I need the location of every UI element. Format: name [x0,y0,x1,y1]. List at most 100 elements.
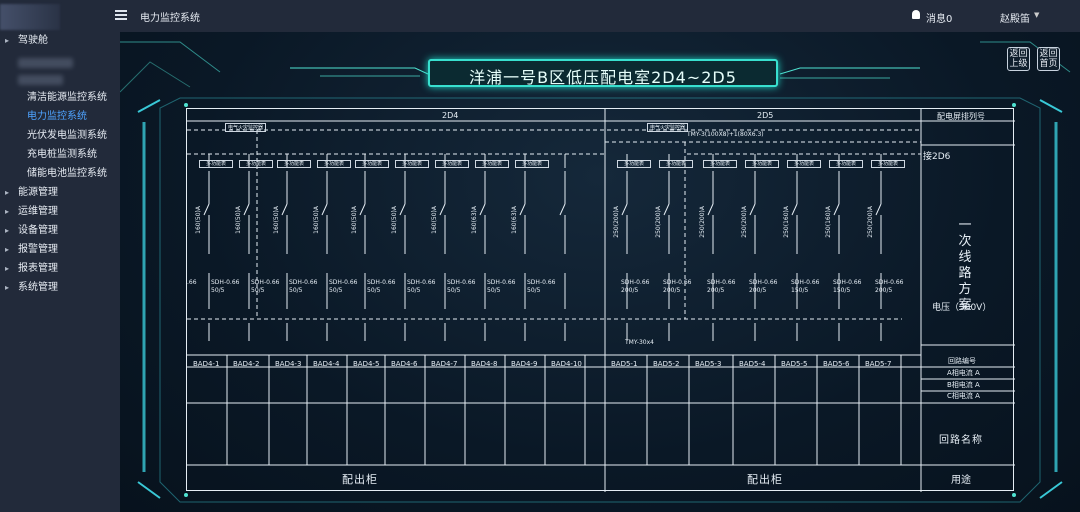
ct-ratio: 200/5 [749,287,767,294]
ct-model: SDH-0.66 [251,279,280,286]
panel-header-2d4: 2D4 [442,111,459,120]
sidebar-item[interactable]: 储能电池监控系统 [0,165,120,183]
diagram-line [281,203,288,216]
sidebar-item-label: 系统管理 [18,282,58,293]
chevron-down-icon[interactable]: ▼ [1034,11,1039,19]
diagram-line [243,203,250,216]
single-line-diagram: 2D4 2D5 配电屏排列号 电气火灾监控器 电气火灾监控器 TMY-3(100… [186,108,1015,492]
multifunction-meter: 多功能表 [703,160,737,168]
circuit-number: BAD5-7 [865,360,892,368]
current-transformer: SDH-0.66 200/5 [707,279,735,295]
circuit-number: BAD5-3 [695,360,722,368]
menu-toggle-icon[interactable] [115,10,127,20]
sidebar-item[interactable]: ▸ 能源管理 [0,184,120,202]
sidebar-item[interactable]: ▸ 设备管理 [0,222,120,240]
messages-link[interactable]: 消息0 [926,10,952,25]
sidebar-item-label: 清洁能源监控系统 [27,92,107,103]
diagram-line [479,203,486,216]
multifunction-meter: 多功能表 [435,160,469,168]
tmy-bus-label: TMY-30x4 [625,339,654,346]
circuit-number: BAD4-7 [431,360,458,368]
current-transformer: SDH-0.66 50/5 [407,279,435,295]
diagram-line [621,203,628,216]
breaker-rating: 250(200)A [741,206,748,238]
blurred-item [18,58,73,68]
sidebar-item-label: 报表管理 [18,263,58,274]
chevron-right-icon: ▸ [5,264,10,273]
circuit-number: BAD5-5 [781,360,808,368]
current-transformer: SDH-0.66 200/5 [875,279,903,295]
panel-sequence-header: 配电屏排列号 [937,112,985,121]
ct-ratio: 50/5 [447,287,461,294]
multifunction-meter: 多功能表 [475,160,509,168]
breaker-rating: 160(50)A [351,206,358,234]
breaker-rating: 250(160)A [783,206,790,238]
circuit-number: BAD4-10 [551,360,582,368]
circuit-number: BAD4-6 [391,360,418,368]
sidebar-item-label: 运维管理 [18,206,58,217]
main-panel: 洋浦一号B区低压配电室2D4~2D5 返回 上级 返回 首页 2D4 2D5 配电屏… [120,32,1080,512]
circuit-number: BAD4-5 [353,360,380,368]
diagram-line [875,203,882,216]
sidebar-item[interactable]: ▸ 运维管理 [0,203,120,221]
sidebar-item[interactable]: 光伏发电监测系统 [0,127,120,145]
ct-model: SDH-0.66 [527,279,556,286]
sidebar-item[interactable]: ▸ 报表管理 [0,260,120,278]
ct-ratio: 150/5 [791,287,809,294]
breaker-rating: 160(63)A [471,206,478,234]
circuit-number: BAD5-4 [739,360,766,368]
breaker-rating: 160(50)A [391,206,398,234]
busbar-label: TMY-3(100X8)+1(80X6.3) [687,131,764,138]
diagram-line [559,203,566,216]
back-home-button[interactable]: 返回 首页 [1037,47,1060,71]
user-menu[interactable]: 赵殿笛 [1000,10,1030,25]
chevron-right-icon: ▸ [5,207,10,216]
current-transformer: SDH-0.66 150/5 [833,279,861,295]
diagram-line [203,203,210,216]
breaker-rating: 160(63)A [511,206,518,234]
current-transformer: SDH-0.66 50/5 [211,279,239,295]
sidebar-item-label: 电力监控系统 [27,111,87,122]
outgoing-cabinet-label-2d4: 配出柜 [342,473,378,486]
current-transformer: SDH-0.66 50/5 [289,279,317,295]
ct-model: SDH-0.66 [749,279,778,286]
page-title: 电力监控系统 [140,13,200,24]
blurred-item [18,75,63,85]
sidebar-item[interactable]: 电力监控系统 [0,108,120,126]
logo [0,4,60,30]
bell-icon[interactable] [912,10,920,19]
multifunction-meter: 多功能表 [787,160,821,168]
sidebar-item[interactable]: 清洁能源监控系统 [0,89,120,107]
sidebar-item-label: 报警管理 [18,244,58,255]
multifunction-meter: 多功能表 [239,160,273,168]
current-transformer: SDH-0.66 200/5 [663,279,691,295]
current-transformer: SDH-0.66 50/5 [329,279,357,295]
ct-model: SDH-0.66 [621,279,650,286]
ct-model: SDH-0.66 [407,279,436,286]
diagram-line [359,203,366,216]
fire-monitor-tag: 电气火灾监控器 [647,123,689,132]
chevron-right-icon: ▸ [5,188,10,197]
circuit-number: BAD5-6 [823,360,850,368]
multifunction-meter: 多功能表 [871,160,905,168]
ct-ratio: 50/5 [289,287,303,294]
ct-model: SDH-0.66 [211,279,240,286]
multifunction-meter: 多功能表 [199,160,233,168]
loop-number-label: 回路编号 [948,357,976,365]
multifunction-meter: 多功能表 [355,160,389,168]
sidebar-item[interactable]: ▸ 系统管理 [0,279,120,297]
ct-ratio: 50/5 [407,287,421,294]
circuit-number: BAD4-8 [471,360,498,368]
sidebar-item[interactable]: ▸ 报警管理 [0,241,120,259]
diagram-line [519,203,526,216]
sidebar-item[interactable]: 充电桩监测系统 [0,146,120,164]
ct-ratio: 50/5 [487,287,501,294]
back-up-button[interactable]: 返回 上级 [1007,47,1030,71]
breaker-rating: 160(50)A [235,206,242,234]
chevron-right-icon: ▸ [5,226,10,235]
current-transformer: SDH-0.66 150/5 [791,279,819,295]
ct-ratio: 200/5 [663,287,681,294]
current-transformer: SDH-0.66 200/5 [749,279,777,295]
sidebar-item[interactable]: ▸ 驾驶舱 [0,32,120,50]
ct-model: SDH-0.66 [367,279,396,286]
